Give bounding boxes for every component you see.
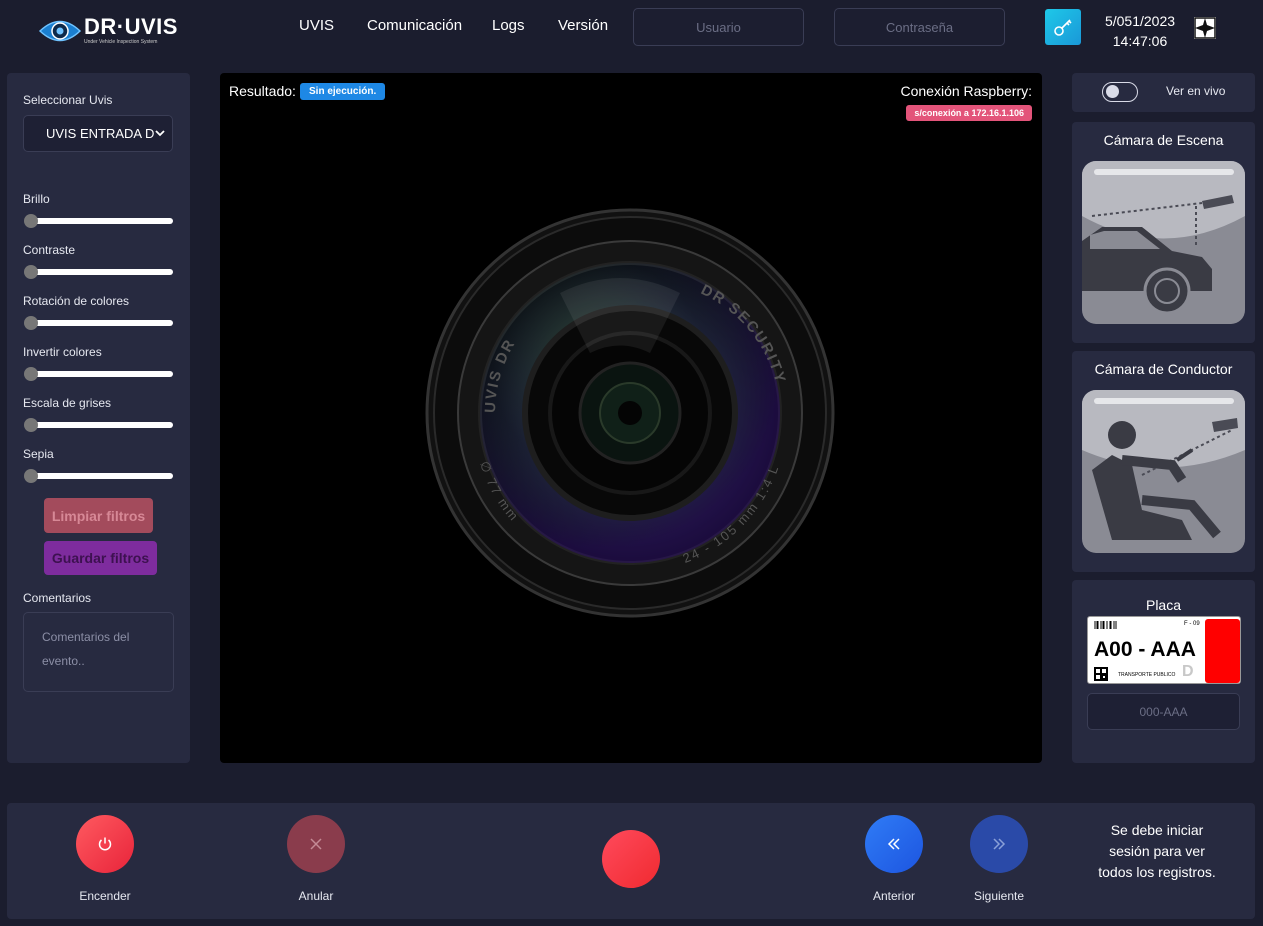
key-icon [1054, 19, 1072, 36]
uvis-select[interactable]: UVIS ENTRADA DR [23, 115, 173, 152]
plate-red-band [1205, 619, 1240, 683]
qr-code-icon [1094, 667, 1108, 681]
sepia-label: Sepia [23, 447, 54, 461]
double-chevron-right-icon [993, 838, 1006, 850]
scene-camera-title: Cámara de Escena [1103, 132, 1224, 148]
flag-icon[interactable] [1194, 17, 1216, 39]
nav-comunicacion[interactable]: Comunicación [367, 17, 462, 34]
plate-code: F - 09 [1184, 621, 1200, 627]
cancel-button[interactable] [287, 815, 345, 873]
eye-logo-icon [38, 20, 82, 42]
scene-camera-panel: Cámara de Escena [1072, 122, 1255, 343]
barcode-icon [1094, 621, 1117, 629]
camera-viewer: Resultado: Sin ejecución. Conexión Raspb… [220, 73, 1042, 763]
driver-camera-panel: Cámara de Conductor [1072, 351, 1255, 572]
plate-title: Placa [1145, 597, 1182, 613]
cancel-label: Anular [298, 889, 334, 903]
status-indicator-button[interactable] [602, 830, 660, 888]
plate-footer: TRANSPORTE PUBLICO [1118, 672, 1176, 678]
license-plate-image: F - 09 A00 - AAA TRANSPORTE PUBLICO D [1087, 616, 1241, 684]
result-status-badge: Sin ejecución. [300, 83, 386, 100]
live-view-toggle[interactable] [1102, 82, 1138, 102]
live-view-box: Ver en vivo [1072, 73, 1255, 112]
hue-rotate-slider[interactable] [23, 316, 173, 330]
sepia-slider[interactable] [23, 469, 173, 483]
driver-camera-title: Cámara de Conductor [1094, 361, 1233, 377]
plate-number: A00 - AAA [1094, 638, 1196, 661]
nav-version[interactable]: Versión [558, 17, 608, 34]
next-label: Siguiente [973, 889, 1025, 903]
plate-watermark: D [1182, 663, 1194, 680]
result-label: Resultado: [229, 83, 296, 99]
logo-subtitle: Under Vehicle Inspection System [84, 39, 158, 45]
username-input[interactable] [633, 8, 804, 46]
driver-camera-icon [1082, 390, 1245, 553]
slider-thumb[interactable] [24, 316, 38, 330]
scene-camera-image[interactable] [1082, 161, 1245, 324]
select-uvis-label: Seleccionar Uvis [23, 93, 113, 107]
comments-label: Comentarios [23, 591, 92, 605]
login-notice: Se debe iniciar sesión para ver todos lo… [1098, 822, 1216, 880]
contrast-label: Contraste [23, 243, 76, 257]
connection-status-badge: s/conexión a 172.16.1.106 [906, 105, 1032, 121]
comments-textarea[interactable] [23, 612, 174, 692]
power-button[interactable] [76, 815, 134, 873]
connection-label: Conexión Raspberry: [900, 83, 1032, 99]
nav-logs[interactable]: Logs [492, 17, 525, 34]
scene-camera-icon [1082, 161, 1245, 324]
power-label: Encender [79, 889, 131, 903]
slider-thumb[interactable] [24, 265, 38, 279]
logo[interactable]: DR·UVIS Under Vehicle Inspection System [38, 14, 177, 48]
control-bar: Encender Anular Anterior Siguiente Se de… [7, 803, 1255, 919]
plate-input[interactable] [1087, 693, 1240, 730]
uvis-select-value: UVIS ENTRADA DR [46, 126, 164, 141]
slider-thumb[interactable] [24, 367, 38, 381]
next-button[interactable] [970, 815, 1028, 873]
time-text: 14:47:06 [1112, 33, 1168, 49]
chevron-down-icon [155, 130, 165, 137]
date-text: 5/051/2023 [1104, 13, 1176, 29]
plate-panel: Placa F - 09 A00 - AAA TRANSPORTE PUBLIC… [1072, 580, 1255, 763]
save-filters-button[interactable]: Guardar filtros [44, 541, 157, 575]
grayscale-slider[interactable] [23, 418, 173, 432]
grayscale-label: Escala de grises [23, 396, 112, 410]
double-chevron-left-icon [887, 838, 900, 850]
slider-thumb[interactable] [24, 214, 38, 228]
brightness-slider[interactable] [23, 214, 173, 228]
brightness-label: Brillo [23, 192, 50, 206]
top-bar: DR·UVIS Under Vehicle Inspection System … [0, 0, 1263, 62]
live-view-label: Ver en vivo [1166, 84, 1226, 98]
driver-camera-image[interactable] [1082, 390, 1245, 553]
previous-label: Anterior [872, 889, 916, 903]
password-input[interactable] [834, 8, 1005, 46]
invert-label: Invertir colores [23, 345, 102, 359]
slider-thumb[interactable] [24, 418, 38, 432]
slider-thumb[interactable] [24, 469, 38, 483]
previous-button[interactable] [865, 815, 923, 873]
invert-slider[interactable] [23, 367, 173, 381]
camera-lens-placeholder: UVIS DR DR SECURITY ∅ 77 mm 24 - 105 mm … [425, 208, 835, 618]
login-button[interactable] [1045, 9, 1081, 45]
logo-text: DR·UVIS [84, 14, 178, 39]
clear-filters-button[interactable]: Limpiar filtros [44, 498, 153, 533]
nav-uvis[interactable]: UVIS [299, 17, 334, 34]
contrast-slider[interactable] [23, 265, 173, 279]
datetime: 5/051/2023 14:47:06 [1100, 11, 1180, 51]
power-icon [98, 837, 112, 851]
filters-panel: Seleccionar Uvis UVIS ENTRADA DR Brillo … [7, 73, 190, 763]
hue-rotate-label: Rotación de colores [23, 294, 130, 308]
close-icon [310, 838, 322, 850]
